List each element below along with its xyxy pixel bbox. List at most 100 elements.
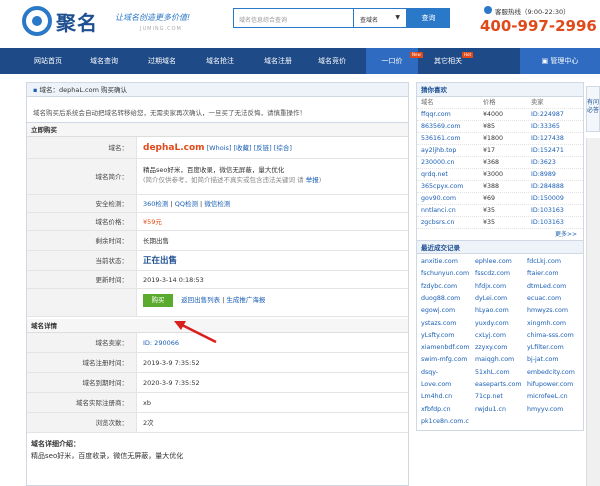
guess-price: ¥85 xyxy=(483,123,496,130)
check-qq-link[interactable]: QQ检测 xyxy=(175,200,198,208)
check-wechat-link[interactable]: 微信检测 xyxy=(204,200,230,208)
guess-domain-link[interactable]: ffqqr.com xyxy=(421,109,451,121)
guess-seller-link[interactable]: ID:103163 xyxy=(531,205,564,217)
intro-label: 域名简介： xyxy=(27,159,137,194)
guess-domain-link[interactable]: nntlanci.cn xyxy=(421,205,456,217)
guess-domain-link[interactable]: 230000.cn xyxy=(421,157,455,169)
deal-domain-link[interactable]: ecuac.com xyxy=(527,295,561,302)
deal-domain-link[interactable]: ftaier.com xyxy=(527,270,559,277)
guess-domain-link[interactable]: 365cpyx.com xyxy=(421,181,463,193)
nav-expired[interactable]: 过期域名 xyxy=(136,48,188,74)
deal-domain-link[interactable]: dsqy- xyxy=(421,369,438,376)
nav-register[interactable]: 域名注册 xyxy=(252,48,304,74)
deal-domain-link[interactable]: hifupower.com xyxy=(527,381,573,388)
deal-title: 最近成交记录 xyxy=(417,240,583,254)
deal-domain-link[interactable]: Love.com xyxy=(421,381,451,388)
manage-label: 管理中心 xyxy=(550,57,579,65)
guess-seller-link[interactable]: ID:127438 xyxy=(531,133,564,145)
nav-snatch[interactable]: 域名抢注 xyxy=(194,48,246,74)
deal-domain-link[interactable]: ephlee.com xyxy=(475,258,512,265)
deal-domain-link[interactable]: hmyyv.com xyxy=(527,406,563,413)
intro-section-title: 域名详细介绍： xyxy=(31,440,80,448)
deal-domain-link[interactable]: duog88.com xyxy=(421,295,460,302)
guess-seller-link[interactable]: ID:152471 xyxy=(531,145,564,157)
back-to-list-link[interactable]: 返回出售列表 xyxy=(181,296,220,304)
promo-poster-link[interactable]: 生成推广海报 xyxy=(226,296,265,304)
detail-row: 域名注册时间： 2019-3-9 7:35:52 xyxy=(27,353,408,373)
buy-button[interactable]: 购买 xyxy=(143,294,173,307)
scrollbar[interactable] xyxy=(586,138,600,486)
deal-domain-link[interactable]: embedcity.com xyxy=(527,369,575,376)
guess-seller-link[interactable]: ID:224987 xyxy=(531,109,564,121)
deal-domain-link[interactable]: swim-mfg.com xyxy=(421,356,467,363)
deal-domain-link[interactable]: ystazs.com xyxy=(421,320,456,327)
deal-domain-link[interactable]: easeparts.com xyxy=(475,381,522,388)
guess-seller-link[interactable]: ID:150009 xyxy=(531,193,564,205)
deal-domain-link[interactable]: fdcLkj.com xyxy=(527,258,561,265)
guess-domain-link[interactable]: 536161.com xyxy=(421,133,461,145)
deal-domain-link[interactable]: yLsfty.com xyxy=(421,332,454,339)
search-button[interactable]: 查询 xyxy=(407,8,450,28)
more-link[interactable]: 更多>> xyxy=(555,231,577,238)
price-label: 域名价格： xyxy=(27,213,137,230)
nav-auction[interactable]: 域名竞价 xyxy=(304,48,360,74)
overview-link[interactable]: [综合] xyxy=(274,144,292,152)
deal-domain-link[interactable]: hLyao.com xyxy=(475,307,509,314)
logo-icon[interactable] xyxy=(22,6,52,36)
security-label: 安全检测： xyxy=(27,195,137,212)
guess-row: 863569.com ¥85 ID:33365 xyxy=(417,121,583,133)
guess-seller-link[interactable]: ID:3623 xyxy=(531,157,556,169)
deal-domain-link[interactable]: microfeeL.cn xyxy=(527,393,568,400)
guess-domain-link[interactable]: 863569.com xyxy=(421,121,461,133)
deal-domain-link[interactable]: xingmh.com xyxy=(527,320,566,327)
deal-domain-link[interactable]: cxLyj.com xyxy=(475,332,506,339)
deal-domain-link[interactable]: fsscdz.com xyxy=(475,270,510,277)
guess-seller-link[interactable]: ID:284888 xyxy=(531,181,564,193)
update-label: 更新时间： xyxy=(27,271,137,288)
manage-center-button[interactable]: ▣ 管理中心 xyxy=(520,48,600,74)
deal-domain-link[interactable]: dtmLed.com xyxy=(527,283,566,290)
deal-domain-link[interactable]: chima-sss.com xyxy=(527,332,574,339)
search-select-label: 查域名 xyxy=(360,17,379,24)
favorite-link[interactable]: [收藏] xyxy=(233,144,251,152)
deal-domain-link[interactable]: xiamenbdf.com xyxy=(421,344,470,351)
guess-domain-link[interactable]: qrdq.net xyxy=(421,169,448,181)
logo-text[interactable]: 聚名 xyxy=(56,7,98,36)
deal-domain-link[interactable]: zzyxy.com xyxy=(475,344,507,351)
deal-domain-link[interactable]: bj-jat.com xyxy=(527,356,559,363)
backlink-link[interactable]: [反链] xyxy=(254,144,272,152)
nav-home[interactable]: 网站首页 xyxy=(22,48,74,74)
guess-domain-link[interactable]: zgcbsrs.cn xyxy=(421,217,454,229)
deal-domain-link[interactable]: rwjdu1.cn xyxy=(475,406,506,413)
guess-seller-link[interactable]: ID:33365 xyxy=(531,121,560,133)
deal-domain-link[interactable]: egowj.com xyxy=(421,307,455,314)
deal-domain-link[interactable]: anxitie.com xyxy=(421,258,458,265)
sidebar: 猜你喜欢 域名 价格 卖家 ffqqr.com ¥4000 ID:224987 863… xyxy=(416,82,584,431)
nav-domain-search[interactable]: 域名查询 xyxy=(78,48,130,74)
check-360-link[interactable]: 360检测 xyxy=(143,200,168,208)
report-link[interactable]: 举报 xyxy=(306,176,319,184)
guess-domain-link[interactable]: gov90.com xyxy=(421,193,456,205)
deal-domain-link[interactable]: fschunyun.com xyxy=(421,270,469,277)
deal-domain-link[interactable]: 51xhL.com xyxy=(475,369,510,376)
deal-domain-link[interactable]: dyLei.com xyxy=(475,295,507,302)
breadcrumb-text: 域名：dephaL.com 购买确认 xyxy=(39,86,127,94)
deal-domain-link[interactable]: yLfilter.com xyxy=(527,344,564,351)
deal-domain-link[interactable]: fzdybc.com xyxy=(421,283,457,290)
deal-domain-link[interactable]: Lm4hd.cn xyxy=(421,393,452,400)
guess-seller-link[interactable]: ID:8989 xyxy=(531,169,556,181)
search-type-select[interactable]: 查域名 ▼ xyxy=(353,8,407,28)
qa-float-widget[interactable]: 有问必答 xyxy=(586,86,600,132)
guess-seller-link[interactable]: ID:103163 xyxy=(531,217,564,229)
deal-domain-link[interactable]: yuxdy.com xyxy=(475,320,509,327)
deal-domain-link[interactable]: hfdjx.com xyxy=(475,283,506,290)
deal-domain-link[interactable]: xfbfdp.cn xyxy=(421,406,451,413)
guess-domain-link[interactable]: ay2ljhb.top xyxy=(421,145,456,157)
deal-domain-link[interactable]: maiqgh.com xyxy=(475,356,514,363)
deal-domain-link[interactable]: hmwyzs.com xyxy=(527,307,568,314)
deal-domain-link[interactable]: pk1ce8n.com.c xyxy=(421,418,469,425)
deal-domain-link[interactable]: 71cp.net xyxy=(475,393,503,400)
term-row: 剩余时间： 长期出售 xyxy=(27,231,408,251)
whois-link[interactable]: [Whois] xyxy=(207,144,232,152)
search-input[interactable]: 域名信息综合查询 xyxy=(233,8,353,28)
